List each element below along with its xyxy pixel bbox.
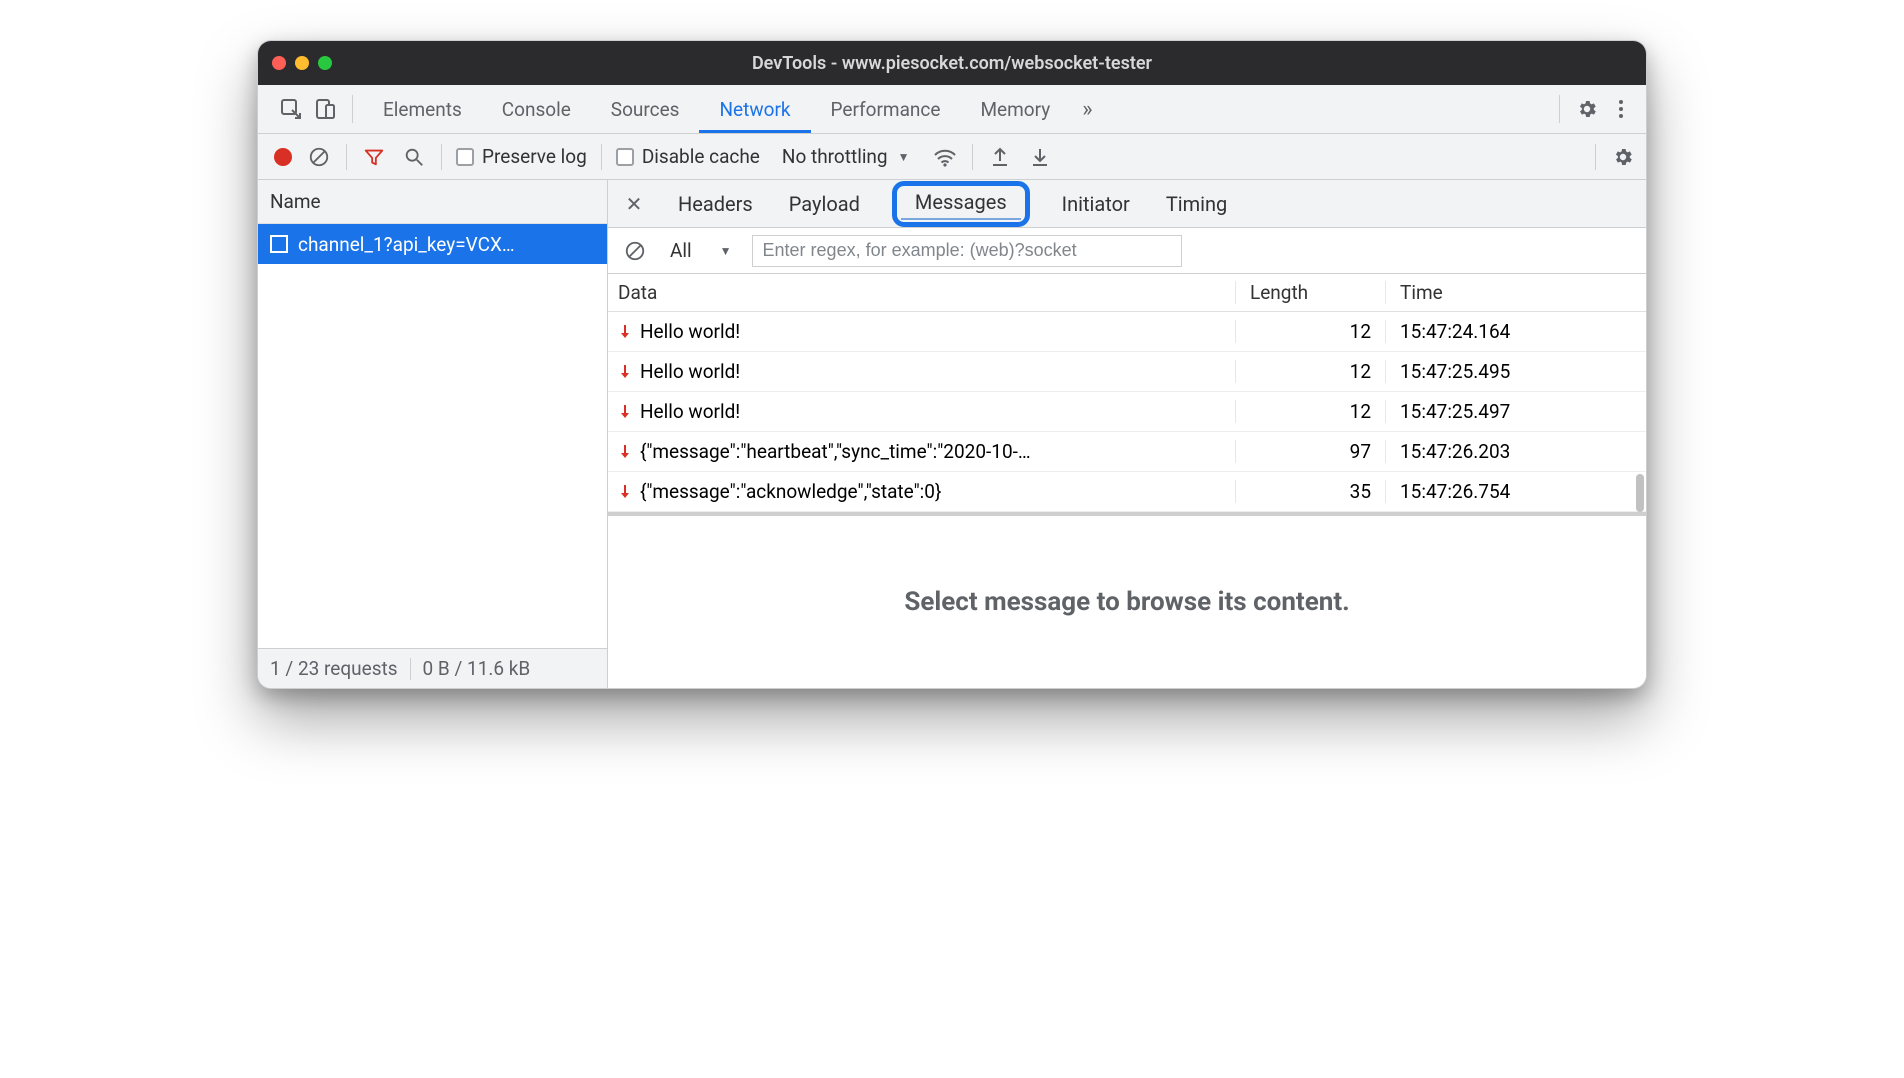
requests-pane: Name channel_1?api_key=VCX… 1 / 23 reque…: [258, 180, 608, 688]
message-time: 15:47:26.754: [1386, 480, 1646, 503]
separator: [1559, 95, 1560, 123]
message-length: 12: [1236, 320, 1386, 343]
status-bar: 1 / 23 requests 0 B / 11.6 kB: [258, 648, 607, 688]
network-settings-icon[interactable]: [1610, 144, 1636, 170]
col-header-length[interactable]: Length: [1236, 281, 1386, 304]
chevron-down-icon: ▼: [898, 150, 910, 164]
websocket-icon: [270, 235, 288, 253]
disable-cache-checkbox[interactable]: Disable cache: [616, 145, 760, 168]
traffic-lights: [272, 56, 332, 70]
message-type-value: All: [670, 239, 692, 262]
incoming-arrow-icon: [618, 404, 632, 420]
disable-cache-label: Disable cache: [642, 145, 760, 168]
details-tab-initiator[interactable]: Initiator: [1058, 192, 1134, 216]
message-data: Hello world!: [640, 360, 740, 383]
clear-messages-icon[interactable]: [622, 238, 648, 264]
message-row[interactable]: {"message":"acknowledge","state":0} 3515:…: [608, 472, 1646, 512]
message-time: 15:47:25.495: [1386, 360, 1646, 383]
status-requests: 1 / 23 requests: [270, 657, 398, 680]
download-har-icon[interactable]: [1027, 144, 1053, 170]
throttling-select[interactable]: No throttling ▼: [774, 145, 918, 168]
col-header-time[interactable]: Time: [1386, 281, 1646, 304]
status-transfer: 0 B / 11.6 kB: [423, 657, 531, 680]
throttling-value: No throttling: [782, 145, 888, 168]
separator: [1595, 144, 1596, 170]
message-length: 12: [1236, 360, 1386, 383]
message-row[interactable]: Hello world! 1215:47:25.495: [608, 352, 1646, 392]
settings-icon[interactable]: [1570, 92, 1604, 126]
separator: [352, 95, 353, 123]
more-tabs-button[interactable]: »: [1070, 97, 1104, 122]
chevron-down-icon: ▼: [720, 244, 732, 258]
message-time: 15:47:25.497: [1386, 400, 1646, 423]
tab-network[interactable]: Network: [699, 85, 810, 133]
incoming-arrow-icon: [618, 324, 632, 340]
search-icon[interactable]: [401, 144, 427, 170]
message-length: 35: [1236, 480, 1386, 503]
incoming-arrow-icon: [618, 444, 632, 460]
message-row[interactable]: {"message":"heartbeat","sync_time":"2020…: [608, 432, 1646, 472]
message-data: {"message":"acknowledge","state":0}: [640, 480, 941, 503]
details-tab-messages[interactable]: Messages: [892, 181, 1030, 227]
tab-elements[interactable]: Elements: [363, 85, 482, 133]
preserve-log-label: Preserve log: [482, 145, 587, 168]
scrollbar-thumb[interactable]: [1636, 474, 1644, 512]
tab-memory[interactable]: Memory: [960, 85, 1070, 133]
message-row[interactable]: Hello world! 1215:47:24.164: [608, 312, 1646, 352]
messages-table-header: Data Length Time: [608, 274, 1646, 312]
tab-sources[interactable]: Sources: [591, 85, 700, 133]
network-body: Name channel_1?api_key=VCX… 1 / 23 reque…: [258, 180, 1646, 688]
separator: [441, 144, 442, 170]
details-pane: ✕ HeadersPayloadMessagesInitiatorTiming …: [608, 180, 1646, 688]
message-length: 12: [1236, 400, 1386, 423]
window-maximize-button[interactable]: [318, 56, 332, 70]
network-toolbar: Preserve log Disable cache No throttling…: [258, 134, 1646, 180]
message-time: 15:47:26.203: [1386, 440, 1646, 463]
request-row[interactable]: channel_1?api_key=VCX…: [258, 224, 607, 264]
separator: [601, 144, 602, 170]
kebab-menu-icon[interactable]: [1604, 92, 1638, 126]
message-content-placeholder: Select message to browse its content.: [608, 516, 1646, 688]
window-close-button[interactable]: [272, 56, 286, 70]
devtools-window: DevTools - www.piesocket.com/websocket-t…: [257, 40, 1647, 689]
messages-table: Data Length Time Hello world!1215:47:24.…: [608, 274, 1646, 516]
message-type-select[interactable]: All ▼: [662, 239, 738, 262]
filter-icon[interactable]: [361, 144, 387, 170]
message-data: Hello world!: [640, 400, 740, 423]
separator: [972, 144, 973, 170]
titlebar: DevTools - www.piesocket.com/websocket-t…: [258, 41, 1646, 85]
preserve-log-checkbox[interactable]: Preserve log: [456, 145, 587, 168]
message-row[interactable]: Hello world! 1215:47:25.497: [608, 392, 1646, 432]
message-filter-input[interactable]: [752, 235, 1182, 267]
messages-filter-bar: All ▼: [608, 228, 1646, 274]
incoming-arrow-icon: [618, 484, 632, 500]
window-title: DevTools - www.piesocket.com/websocket-t…: [258, 53, 1646, 74]
message-time: 15:47:24.164: [1386, 320, 1646, 343]
tab-performance[interactable]: Performance: [811, 85, 961, 133]
record-button[interactable]: [274, 148, 292, 166]
message-data: Hello world!: [640, 320, 740, 343]
window-minimize-button[interactable]: [295, 56, 309, 70]
inspect-icon[interactable]: [274, 92, 308, 126]
device-toggle-icon[interactable]: [308, 92, 342, 126]
message-data: {"message":"heartbeat","sync_time":"2020…: [640, 440, 1031, 463]
separator: [346, 144, 347, 170]
request-name: channel_1?api_key=VCX…: [298, 233, 515, 256]
details-tabs: ✕ Headers Payload Messages Initiator Timing: [608, 180, 1646, 228]
requests-header-name[interactable]: Name: [258, 180, 607, 224]
message-length: 97: [1236, 440, 1386, 463]
details-tab-timing[interactable]: Timing: [1162, 192, 1231, 216]
upload-har-icon[interactable]: [987, 144, 1013, 170]
clear-icon[interactable]: [306, 144, 332, 170]
network-conditions-icon[interactable]: [932, 144, 958, 170]
tab-console[interactable]: Console: [482, 85, 591, 133]
col-header-data[interactable]: Data: [608, 281, 1236, 304]
incoming-arrow-icon: [618, 364, 632, 380]
close-details-button[interactable]: ✕: [622, 192, 646, 216]
details-tab-headers[interactable]: Headers: [674, 192, 757, 216]
main-tabs: ElementsConsoleSourcesNetworkPerformance…: [258, 85, 1646, 134]
details-tab-payload[interactable]: Payload: [785, 192, 864, 216]
